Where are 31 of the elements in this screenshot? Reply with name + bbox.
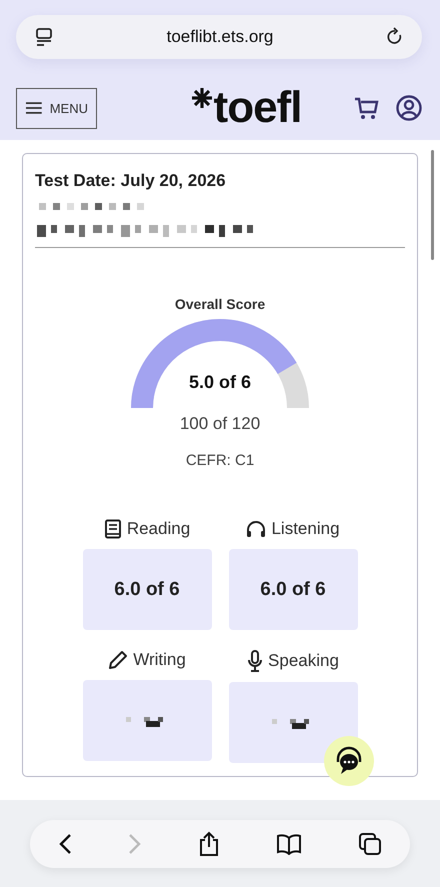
bookmarks-icon[interactable]	[276, 832, 302, 854]
tabs-overview-icon[interactable]	[34, 27, 54, 47]
book-icon	[104, 519, 122, 539]
logo[interactable]: toefl	[214, 86, 302, 130]
test-date: Test Date: July 20, 2026	[35, 171, 227, 191]
chat-support-button[interactable]	[324, 736, 374, 786]
chat-headset-icon	[334, 746, 364, 776]
section-label: Writing	[133, 650, 186, 670]
menu-button[interactable]: MENU	[16, 88, 97, 128]
cefr-level: CEFR: C1	[186, 452, 254, 469]
headphones-icon	[246, 520, 266, 538]
menu-icon	[25, 101, 43, 115]
section-score: 6.0 of 6	[114, 578, 180, 600]
overall-score: 5.0 of 6	[188, 372, 252, 393]
address-bar[interactable]: toeflibt.ets.org	[16, 15, 422, 59]
section-label: Reading	[126, 519, 190, 539]
microphone-icon	[247, 650, 264, 672]
section-label: Listening	[271, 519, 340, 539]
section-score: 6.0 of 6	[260, 578, 326, 600]
back-icon[interactable]	[58, 832, 72, 854]
share-icon[interactable]	[198, 830, 220, 856]
section-label: Speaking	[268, 651, 339, 671]
pencil-icon	[108, 650, 128, 670]
overall-score-title: Overall Score	[174, 296, 266, 312]
reload-icon[interactable]	[386, 27, 404, 47]
asterisk-icon	[190, 86, 214, 110]
cart-icon[interactable]	[354, 96, 380, 120]
tabs-icon[interactable]	[358, 832, 382, 856]
url-text: toeflibt.ets.org	[166, 27, 274, 47]
account-icon[interactable]	[396, 95, 422, 121]
total-score: 100 of 120	[180, 414, 260, 434]
